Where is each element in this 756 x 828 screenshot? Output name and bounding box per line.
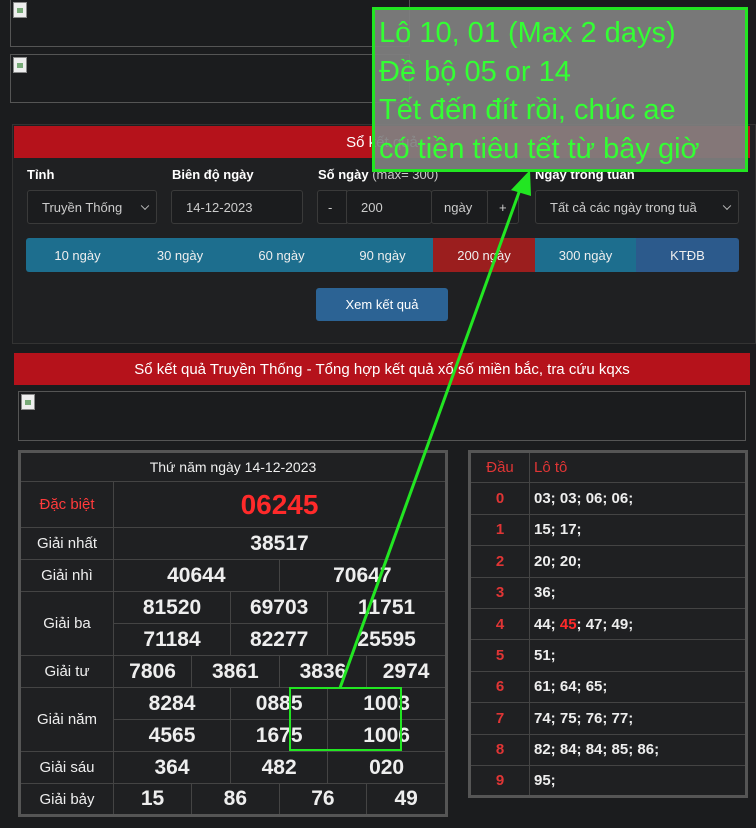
note-line: Lô 10, 01 (Max 2 days)	[379, 17, 676, 49]
annotation-note: Lô 10, 01 (Max 2 days) Đề bộ 05 or 14 Tế…	[372, 7, 748, 172]
note-line: có tiền tiêu tết từ bây giờ	[379, 132, 700, 165]
note-line: Tết đến đít rồi, chúc ae	[379, 94, 676, 126]
note-line: Đề bộ 05 or 14	[379, 55, 571, 88]
